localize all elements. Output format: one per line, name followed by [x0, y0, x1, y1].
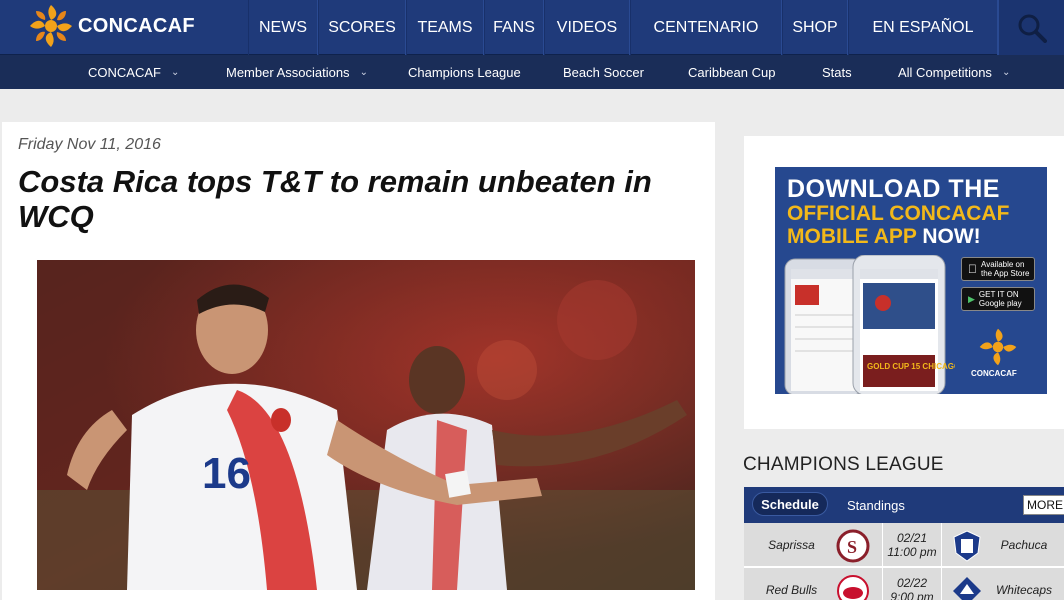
phones-image: GOLD CUP 15 CHICAGO	[784, 255, 955, 394]
home-team: Saprissa	[768, 538, 815, 552]
widget-tabs: Schedule Standings MORE	[744, 487, 1064, 523]
search-button[interactable]	[998, 0, 1064, 55]
jersey-number: 16	[202, 449, 251, 498]
match-date: 02/21	[896, 531, 928, 545]
subnav-label: Stats	[822, 64, 852, 80]
whitecaps-logo-icon	[953, 577, 981, 600]
subnav-stats[interactable]: Stats	[822, 55, 852, 89]
match-row[interactable]: Red Bulls 02/22 9:00 pm Whitecaps	[744, 568, 1064, 600]
nav-shop[interactable]: SHOP	[782, 0, 848, 55]
champions-league-title: CHAMPIONS LEAGUE	[743, 454, 944, 475]
saprissa-logo-icon: S	[836, 529, 870, 563]
subnav-champions-league[interactable]: Champions League	[408, 55, 521, 89]
article-card: Friday Nov 11, 2016 Costa Rica tops T&T …	[2, 122, 715, 600]
nav-en-espanol[interactable]: EN ESPAÑOL	[848, 0, 998, 55]
ad-line-3b: NOW!	[916, 225, 981, 248]
subnav-beach-soccer[interactable]: Beach Soccer	[563, 55, 644, 89]
pachuca-logo-icon	[953, 530, 981, 562]
subnav-label: Champions League	[408, 64, 521, 80]
more-button[interactable]: MORE	[1023, 495, 1064, 515]
match-time: 02/22 9:00 pm	[882, 568, 942, 600]
secondary-navigation: CONCACAF ⌄ Member Associations ⌄ Champions…	[0, 55, 1064, 89]
match-row[interactable]: Saprissa S 02/21 11:00 pm Pachuca	[744, 523, 1064, 567]
svg-text:S: S	[847, 537, 857, 557]
apple-icon: 	[968, 262, 977, 276]
play-icon: ▶	[968, 293, 975, 304]
ad-logo-text: CONCACAF	[971, 369, 1017, 378]
chevron-down-icon: ⌄	[359, 66, 368, 78]
match-hour: 9:00 pm	[890, 590, 934, 600]
away-team: Whitecaps	[995, 583, 1053, 597]
article-photo[interactable]: 16	[37, 260, 695, 590]
subnav-all-competitions[interactable]: All Competitions ⌄	[898, 55, 1010, 89]
app-store-label: Available on the App Store	[972, 260, 1029, 278]
nav-centenario[interactable]: CENTENARIO	[630, 0, 782, 55]
chevron-down-icon: ⌄	[1001, 66, 1011, 78]
nav-videos[interactable]: VIDEOS	[544, 0, 630, 55]
concacaf-emblem-icon	[30, 5, 72, 47]
google-play-label: GET IT ON Google play	[978, 290, 1022, 308]
chevron-down-icon: ⌄	[170, 66, 180, 78]
champions-league-widget: Schedule Standings MORE Saprissa S 02/21…	[744, 487, 1064, 600]
subnav-concacaf[interactable]: CONCACAF ⌄	[88, 55, 179, 89]
nav-fans[interactable]: FANS	[484, 0, 544, 55]
brand-name: CONCACAF	[78, 14, 195, 37]
match-date: 02/22	[896, 576, 928, 590]
subnav-label: Caribbean Cup	[688, 64, 776, 80]
nav-scores[interactable]: SCORES	[318, 0, 406, 55]
ad-line-3: MOBILE APP NOW!	[787, 225, 981, 249]
concacaf-logo[interactable]: CONCACAF	[28, 3, 195, 49]
away-team: Pachuca	[1000, 538, 1048, 552]
red-bulls-logo-icon	[837, 575, 869, 600]
soccer-celebration-image: 16	[37, 260, 695, 590]
subnav-label: All Competitions	[898, 64, 992, 80]
mobile-app-ad[interactable]: DOWNLOAD THE OFFICIAL CONCACAF MOBILE AP…	[775, 167, 1047, 394]
match-time: 02/21 11:00 pm	[882, 523, 942, 567]
ad-line-1: DOWNLOAD THE	[787, 175, 1000, 203]
subnav-label: Member Associations	[226, 64, 350, 80]
home-team: Red Bulls	[765, 583, 818, 597]
ad-line-2: OFFICIAL CONCACAF	[787, 202, 1010, 225]
phone-text: GOLD CUP 15 CHICAGO	[867, 362, 955, 371]
top-navigation: CONCACAF NEWS SCORES TEAMS FANS VIDEOS C…	[0, 0, 1064, 55]
ad-line-3a: MOBILE APP	[787, 225, 917, 248]
tab-standings[interactable]: Standings	[847, 487, 905, 523]
nav-teams[interactable]: TEAMS	[406, 0, 484, 55]
concacaf-emblem-icon	[979, 328, 1017, 366]
match-hour: 11:00 pm	[887, 545, 937, 559]
article-date: Friday Nov 11, 2016	[18, 136, 161, 153]
tab-schedule[interactable]: Schedule	[752, 492, 828, 516]
search-icon	[1018, 14, 1047, 43]
google-play-badge[interactable]: ▶ GET IT ON Google play	[961, 287, 1035, 311]
subnav-member-associations[interactable]: Member Associations ⌄	[226, 55, 368, 89]
subnav-label: CONCACAF	[88, 64, 161, 80]
subnav-label: Beach Soccer	[563, 64, 644, 80]
article-headline[interactable]: Costa Rica tops T&T to remain unbeaten i…	[18, 164, 708, 234]
nav-news[interactable]: NEWS	[248, 0, 318, 55]
app-ad-card: DOWNLOAD THE OFFICIAL CONCACAF MOBILE AP…	[744, 136, 1064, 429]
app-store-badge[interactable]:  Available on the App Store	[961, 257, 1035, 281]
subnav-caribbean-cup[interactable]: Caribbean Cup	[688, 55, 775, 89]
